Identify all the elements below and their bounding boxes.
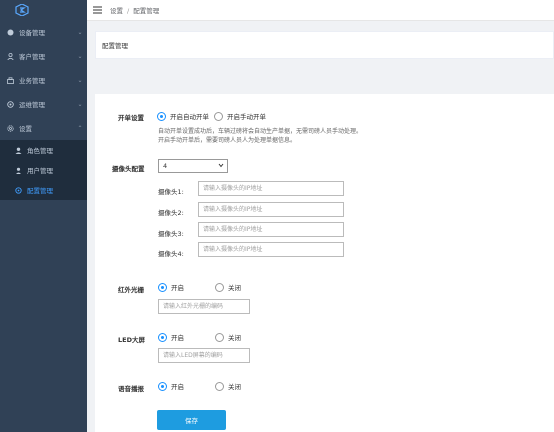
logo-row [0,0,87,20]
led-on-label: 开启 [171,334,184,342]
settings-icon [6,124,14,132]
voice-on-radio[interactable]: 开启 [158,381,184,391]
camera-4-label: 摄像头4: [158,250,184,258]
breadcrumb-separator: / [127,7,130,15]
open-manual-label: 开启手动开单 [227,113,266,121]
led-label: LED大屏 [118,336,145,344]
infrared-label: 红外光栅 [118,286,144,294]
radio-checked-icon [157,111,166,121]
chevron-down-icon [218,163,224,168]
business-icon [6,76,14,84]
led-off-radio[interactable]: 关闭 [215,332,241,342]
led-on-radio[interactable]: 开启 [158,332,184,342]
config-form-panel: 开单设置 开启自动开单 开启手动开单 自动开单设置成功后，车辆过磅将会自动生产单… [95,94,554,432]
breadcrumb-settings[interactable]: 设置 [110,7,123,15]
open-order-note-line-2: 开启手动开单后，需要司磅人员人为处理单据信息。 [158,136,297,144]
open-auto-label: 开启自动开单 [170,113,209,121]
chevron-up-icon: ⌃ [77,124,83,132]
infrared-on-radio[interactable]: 开启 [158,282,184,292]
voice-off-radio[interactable]: 关闭 [215,381,241,391]
camera-2-ip-input[interactable] [198,202,344,217]
open-auto-radio[interactable]: 开启自动开单 [157,111,209,121]
led-code-input[interactable] [158,348,250,363]
voice-off-label: 关闭 [228,383,241,391]
radio-unchecked-icon [215,332,224,342]
sidebar-item-business[interactable]: 业务管理 ⌄ [0,68,87,92]
device-icon [6,28,14,36]
sidebar-item-device[interactable]: 设备管理 ⌄ [0,20,87,44]
infrared-off-label: 关闭 [228,284,241,292]
sidebar-item-label: 配置管理 [27,187,53,195]
infrared-off-radio[interactable]: 关闭 [215,282,241,292]
chevron-down-icon: ⌄ [77,28,83,36]
maintenance-icon [6,100,14,108]
radio-unchecked-icon [215,381,224,391]
breadcrumb: 设置 / 配置管理 [110,5,159,15]
radio-unchecked-icon [215,282,224,292]
chevron-down-icon: ⌄ [77,52,83,60]
sidebar-item-role[interactable]: 角色管理 [0,140,87,160]
sidebar-item-settings[interactable]: 设置 ⌃ [0,116,87,140]
sidebar-item-label: 客户管理 [19,53,45,61]
chevron-down-icon: ⌄ [77,100,83,108]
camera-1-label: 摄像头1: [158,188,184,196]
logo-icon [15,4,29,16]
settings-submenu: 角色管理 用户管理 配置管理 [0,140,87,200]
sidebar-item-user-manage[interactable]: 用户管理 [0,160,87,180]
sidebar-item-config[interactable]: 配置管理 [0,180,87,200]
config-icon [14,186,22,194]
sidebar-item-label: 设备管理 [19,29,45,37]
menu-toggle-icon[interactable] [93,6,102,14]
camera-config-label: 摄像头配置 [112,165,145,173]
chevron-down-icon: ⌄ [77,76,83,84]
page-title-bar: 配置管理 [95,31,554,59]
radio-checked-icon [158,282,167,292]
sidebar-item-label: 设置 [19,125,32,133]
sidebar-item-label: 用户管理 [27,167,53,175]
open-order-note: 自动开单设置成功后，车辆过磅将会自动生产单据，无需司磅人员手动处理。 开启手动开… [158,128,488,145]
infrared-on-label: 开启 [171,284,184,292]
radio-checked-icon [158,332,167,342]
sidebar-item-label: 业务管理 [19,77,45,85]
voice-on-label: 开启 [171,383,184,391]
led-off-label: 关闭 [228,334,241,342]
infrared-code-input[interactable] [158,299,250,314]
camera-count-value: 4 [163,162,168,170]
sidebar: 设备管理 ⌄ 客户管理 ⌄ 业务管理 ⌄ 运维管理 ⌄ 设置 ⌃ 角色管理 用户… [0,0,87,432]
save-button[interactable]: 保存 [157,410,226,430]
top-header: 设置 / 配置管理 [87,0,554,21]
camera-4-ip-input[interactable] [198,242,344,257]
sidebar-item-maintenance[interactable]: 运维管理 ⌄ [0,92,87,116]
camera-1-ip-input[interactable] [198,181,344,196]
user-manage-icon [14,166,22,174]
open-order-label: 开单设置 [118,114,144,122]
radio-checked-icon [158,381,167,391]
camera-3-label: 摄像头3: [158,230,184,238]
user-icon [6,52,14,60]
camera-2-label: 摄像头2: [158,209,184,217]
camera-count-select[interactable]: 4 [158,159,228,173]
sidebar-item-label: 角色管理 [27,147,53,155]
page-title: 配置管理 [102,42,128,50]
open-manual-radio[interactable]: 开启手动开单 [214,111,266,121]
open-order-note-line-1: 自动开单设置成功后，车辆过磅将会自动生产单据，无需司磅人员手动处理。 [158,128,363,135]
role-icon [14,146,22,154]
voice-label: 语音播报 [118,385,144,393]
radio-unchecked-icon [214,111,223,121]
sidebar-item-customer[interactable]: 客户管理 ⌄ [0,44,87,68]
camera-3-ip-input[interactable] [198,222,344,237]
breadcrumb-config: 配置管理 [133,7,160,15]
sidebar-item-label: 运维管理 [19,101,45,109]
